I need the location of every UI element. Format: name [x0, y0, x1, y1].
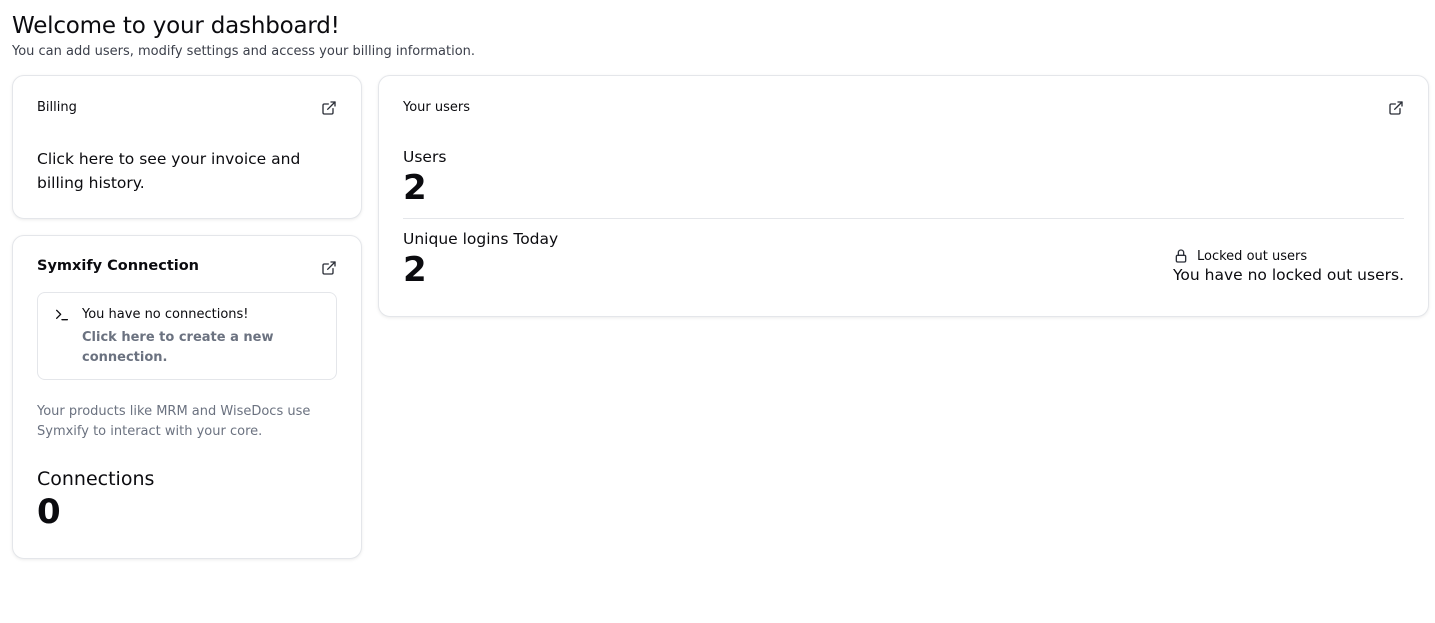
users-card: Your users Users 2 Unique logins Today 2… [378, 75, 1429, 317]
users-count: 2 [403, 168, 427, 208]
billing-card: Billing Click here to see your invoice a… [12, 75, 362, 219]
unique-logins-label: Unique logins Today [403, 230, 559, 248]
locked-out-users-header: Locked out users [1173, 248, 1404, 264]
lock-icon [1173, 248, 1189, 264]
external-link-icon[interactable] [321, 100, 337, 116]
locked-out-users-section: Locked out users You have no locked out … [1173, 248, 1404, 285]
connections-label: Connections [37, 468, 155, 490]
create-connection-link[interactable]: Click here to create a new connection. [82, 328, 302, 368]
no-connections-title: You have no connections! [82, 307, 249, 322]
unique-logins-count: 2 [403, 250, 427, 290]
page-subtitle: You can add users, modify settings and a… [12, 44, 476, 59]
billing-title: Billing [37, 100, 77, 115]
divider [403, 218, 1404, 219]
external-link-icon[interactable] [1388, 100, 1404, 116]
symxify-description: Your products like MRM and WiseDocs use … [37, 404, 311, 439]
create-connection-box[interactable]: You have no connections! Click here to c… [37, 292, 337, 380]
terminal-icon [54, 307, 70, 323]
connections-count: 0 [37, 492, 61, 532]
locked-out-users-text: You have no locked out users. [1173, 266, 1404, 284]
billing-history-link[interactable]: Click here to see your invoice and billi… [37, 147, 327, 195]
users-label: Users [403, 148, 447, 166]
external-link-icon[interactable] [321, 260, 337, 276]
symxify-connection-card: Symxify Connection You have no connectio… [12, 235, 362, 559]
symxify-title: Symxify Connection [37, 258, 199, 274]
users-title: Your users [403, 100, 471, 115]
page-title: Welcome to your dashboard! [12, 13, 340, 39]
locked-out-users-title: Locked out users [1197, 248, 1308, 264]
